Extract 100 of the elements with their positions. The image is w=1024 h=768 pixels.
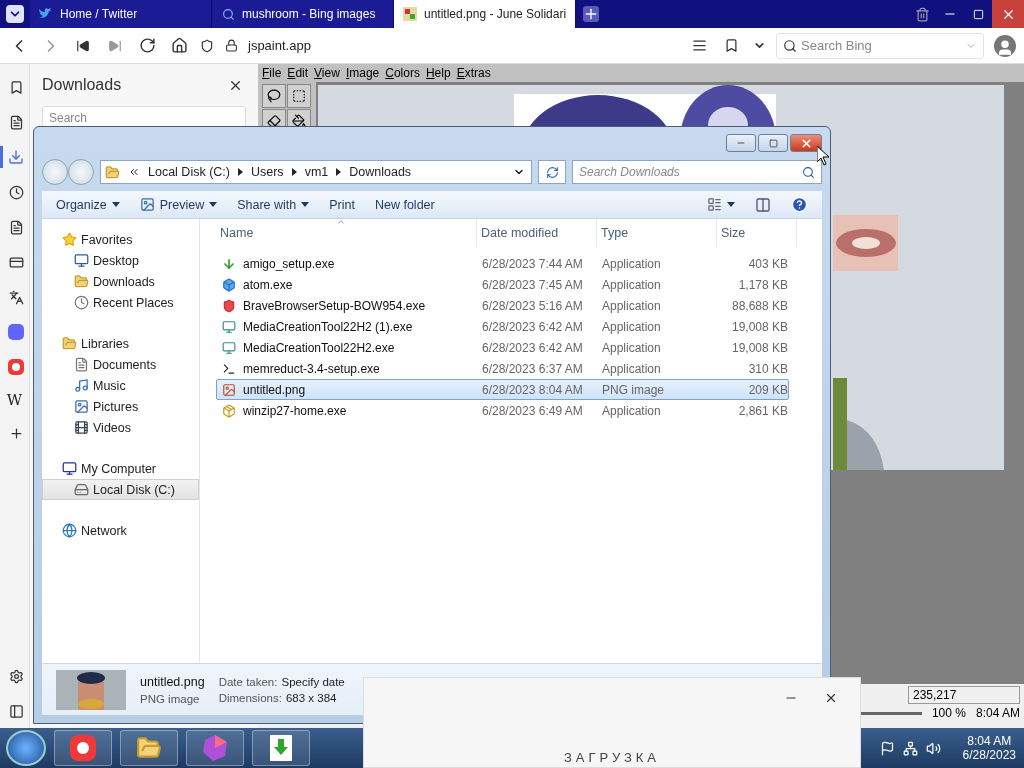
nav-item[interactable]: Downloads [42,271,199,292]
column-header[interactable]: Date modified [477,219,597,247]
nav-item[interactable]: Recent Places [42,292,199,313]
file-type: Application [601,319,662,334]
flag-icon[interactable] [879,740,895,756]
film-icon [73,419,89,436]
folder-icon [136,735,162,761]
browser-tab[interactable]: mushroom - Bing images [212,0,394,28]
nav-item[interactable]: Network [42,520,199,541]
nav-item[interactable]: Local Disk (C:) [42,479,199,500]
minimize-button[interactable] [726,134,756,152]
file-name: BraveBrowserSetup-BOW954.exe [243,298,426,313]
file-name: MediaCreationTool22H2.exe [243,340,395,355]
file-type: PNG image [601,382,666,397]
select-tool[interactable] [287,84,311,108]
taskbar-clock[interactable]: 8:04 AM 6/28/2023 [962,734,1016,762]
file-row[interactable]: MediaCreationTool22H2.exe 6/28/2023 6:42 AM Application 19,008 KB [216,337,789,358]
nav-item[interactable]: My Computer [42,458,199,479]
help-icon[interactable] [791,196,808,213]
file-row[interactable]: atom.exe 6/28/2023 7:45 AM Application 1,178 KB [216,274,789,295]
file-size: 403 KB [747,256,788,271]
search-field[interactable]: Search Bing [776,32,984,59]
drive-icon [73,481,89,498]
lock-icon[interactable] [224,39,238,52]
file-name: winzip27-home.exe [243,403,347,418]
search-icon [802,165,815,179]
close-icon [799,136,813,150]
details-value: Specify date [281,675,345,688]
image-icon [221,381,237,398]
profile-avatar[interactable] [994,34,1016,57]
file-row[interactable]: MediaCreationTool22H2 (1).exe 6/28/2023 6:42 AM Application 19,008 KB [216,316,789,337]
menu-item[interactable]: View [314,66,340,80]
web-panel-glyph[interactable]: W [0,391,30,409]
search-icon [220,6,236,22]
clock-icon [73,294,89,311]
nav-item[interactable]: Desktop [42,250,199,271]
menu-item[interactable]: Extras [456,66,491,80]
browser-logo-icon[interactable] [6,5,24,23]
network-icon[interactable] [902,740,918,756]
file-row[interactable]: winzip27-home.exe 6/28/2023 6:49 AM Application 2,861 KB [216,400,789,421]
person-icon [996,38,1014,57]
shield-icon[interactable] [200,38,214,53]
file-row[interactable]: memreduct-3.4-setup.exe 6/28/2023 6:37 AM Application 310 KB [216,358,789,379]
address-bar[interactable]: Local Disk (C:) Users vm1 Downloads [100,160,532,184]
plus-icon [583,6,599,22]
file-size: 88,688 KB [730,298,788,313]
close-button[interactable] [790,134,822,152]
nav-item[interactable]: Libraries [42,333,199,354]
toolbar-button[interactable]: Print [329,197,355,212]
taskbar-button[interactable] [252,730,310,766]
file-size: 19,008 KB [730,319,788,334]
search-field[interactable]: Search Downloads [572,160,822,184]
browser-tab[interactable]: Home / Twitter [30,0,212,28]
monitor-icon [73,252,89,269]
refresh-button[interactable] [538,160,566,184]
menu-item[interactable]: Help [425,66,451,80]
toolbar-button[interactable]: Share with [237,197,310,212]
nav-item[interactable]: Music [42,375,199,396]
details-label: Dimensions: [218,691,282,704]
toolbar-button[interactable]: Preview [139,197,218,212]
nav-item[interactable]: Pictures [42,396,199,417]
preview-pane-icon[interactable] [755,196,771,213]
details-file-name: untitled.png [140,674,205,689]
toolbar-button[interactable]: New folder [374,197,435,212]
browser-tab[interactable]: untitled.png - June Solidari [394,0,576,28]
toolbar-button[interactable]: Organize [56,197,120,212]
file-date: 6/28/2023 7:45 AM [481,277,584,292]
file-size: 19,008 KB [730,340,788,355]
volume-icon[interactable] [925,740,941,756]
taskbar-button[interactable] [54,730,112,766]
nav-item[interactable]: Videos [42,417,199,438]
file-name: untitled.png [243,382,306,397]
view-options-button[interactable] [707,197,735,212]
file-type: Application [601,277,662,292]
zoom-readout: 100 % [931,706,966,720]
eraser-icon [267,114,281,128]
column-header[interactable]: Name [216,219,477,247]
file-row[interactable]: untitled.png 6/28/2023 8:04 AM PNG image 209 KB [216,379,789,400]
file-name: amigo_setup.exe [243,256,335,271]
menu-item[interactable]: Image [345,66,380,80]
menu-item[interactable]: File [262,66,282,80]
monitor-icon [221,318,237,335]
lasso-tool[interactable] [262,84,286,108]
time-readout: 8:04 AM [975,706,1020,720]
column-header[interactable]: Type [597,219,717,247]
details-file-type: PNG image [140,692,201,705]
menu-item[interactable]: Colors [385,66,420,80]
dialog-title: ЗАГРУЗКА [564,750,660,765]
column-header[interactable]: Size [717,219,797,247]
taskbar-button[interactable] [120,730,178,766]
cube-icon [221,276,237,293]
image-icon [73,398,89,415]
menu-item[interactable]: Edit [287,66,309,80]
file-row[interactable]: amigo_setup.exe 6/28/2023 7:44 AM Application 403 KB [216,253,789,274]
monitor-icon [221,339,237,356]
nav-item[interactable]: Favorites [42,229,199,250]
nav-item[interactable]: Documents [42,354,199,375]
start-button[interactable] [6,730,46,766]
address-field[interactable]: jspaint.app [248,38,678,53]
file-row[interactable]: BraveBrowserSetup-BOW954.exe 6/28/2023 5:16 AM Application 88,688 KB [216,295,789,316]
